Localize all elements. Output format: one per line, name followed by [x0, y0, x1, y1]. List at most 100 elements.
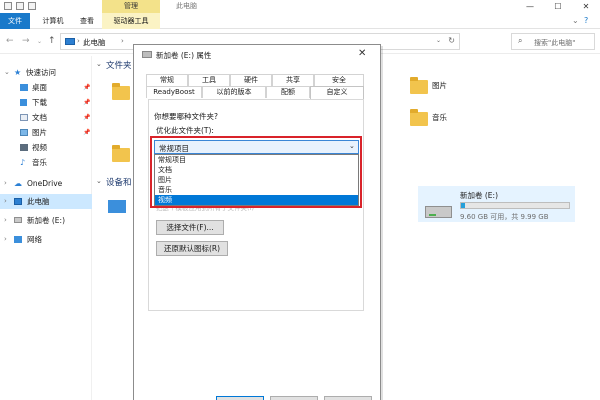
choose-file-button[interactable]: 选择文件(F)... [156, 220, 224, 235]
minimize-button[interactable]: — [516, 0, 544, 13]
drive-icon [14, 217, 22, 223]
tab-customize[interactable]: 自定义 [310, 86, 364, 99]
tab-readyboost[interactable]: ReadyBoost [146, 86, 202, 98]
ribbon-tab-file[interactable]: 文件 [0, 13, 30, 29]
collapsed-chevron-icon[interactable]: › [4, 232, 7, 247]
dialog-titlebar[interactable]: 新加卷 (E:) 属性 ✕ [134, 45, 380, 65]
pin-icon[interactable]: 📌 [83, 95, 90, 110]
devices-group-chevron-icon[interactable]: ⌄ [96, 177, 102, 185]
devices-group-header[interactable]: 设备和 [106, 176, 132, 188]
desktop-icon [20, 84, 28, 91]
navigation-pane: ⌄ ★ 快速访问 桌面 📌 下载 📌 文档 📌 图片 📌 视频 ♪ 音乐 › ☁… [0, 56, 92, 400]
tab-general[interactable]: 常规 [146, 74, 188, 86]
tab-security[interactable]: 安全 [314, 74, 364, 86]
cloud-icon: ☁ [14, 179, 22, 188]
recent-locations-icon[interactable]: ⌄ [37, 38, 42, 45]
tab-tools[interactable]: 工具 [188, 74, 230, 86]
ok-button[interactable] [216, 396, 264, 400]
pin-icon[interactable]: 📌 [83, 80, 90, 95]
help-icon[interactable]: ? [584, 16, 588, 25]
computer-icon [14, 198, 22, 205]
ribbon-tab-view[interactable]: 查看 [74, 13, 100, 29]
forward-arrow-icon[interactable]: → [22, 36, 30, 46]
removable-drive-icon [425, 206, 452, 218]
pictures-icon [20, 129, 28, 136]
nav-item-music[interactable]: ♪ 音乐 [0, 155, 92, 170]
star-icon: ★ [14, 68, 22, 77]
nav-label: 网络 [27, 235, 42, 244]
nav-quick-access[interactable]: ⌄ ★ 快速访问 [0, 65, 92, 80]
new-folder-quick-icon[interactable] [16, 2, 24, 10]
network-icon [14, 236, 22, 243]
explorer-titlebar: 管理 此电脑 — ☐ ✕ [0, 0, 600, 13]
collapsed-chevron-icon[interactable]: › [4, 194, 7, 209]
tab-quota[interactable]: 配额 [266, 86, 310, 98]
pictures-folder-icon[interactable] [410, 77, 428, 94]
nav-label: 下载 [32, 98, 47, 107]
drive-name: 新加卷 (E:) [460, 191, 499, 200]
up-arrow-icon[interactable]: ↑ [48, 36, 56, 46]
search-input[interactable]: 搜索"此电脑" [534, 38, 575, 48]
nav-item-downloads[interactable]: 下载 📌 [0, 95, 92, 110]
maximize-button[interactable]: ☐ [544, 0, 572, 13]
nav-label: OneDrive [27, 179, 63, 188]
optimize-folder-label: 优化此文件夹(T): [156, 126, 214, 135]
tab-hardware[interactable]: 硬件 [230, 74, 272, 86]
nav-new-volume[interactable]: › 新加卷 (E:) [0, 213, 92, 228]
nav-label: 图片 [32, 128, 47, 137]
nav-label: 桌面 [32, 83, 47, 92]
folder-label-music[interactable]: 音乐 [432, 112, 447, 123]
system-drive-icon[interactable] [108, 200, 126, 213]
breadcrumb-separator[interactable]: › [77, 37, 80, 45]
address-dropdown-icon[interactable]: ⌄ [436, 37, 441, 44]
search-box[interactable]: ⌕ 搜索"此电脑" [511, 33, 595, 50]
ribbon-expand-icon[interactable]: ⌄ [572, 16, 579, 25]
folder-icon[interactable] [112, 145, 130, 162]
refresh-icon[interactable]: ↻ [448, 36, 455, 45]
dialog-title: 新加卷 (E:) 属性 [156, 51, 212, 60]
customize-quick-icon[interactable] [28, 2, 36, 10]
dialog-close-button[interactable]: ✕ [358, 48, 366, 59]
nav-item-desktop[interactable]: 桌面 📌 [0, 80, 92, 95]
folders-group-header[interactable]: 文件夹 [106, 59, 132, 71]
drive-usage-bar [460, 202, 570, 209]
ribbon-tab-drive-tools[interactable]: 驱动器工具 [102, 13, 160, 29]
computer-icon [65, 38, 75, 45]
close-window-button[interactable]: ✕ [572, 0, 600, 13]
pin-icon[interactable]: 📌 [83, 110, 90, 125]
tab-sharing[interactable]: 共享 [272, 74, 314, 86]
videos-icon [20, 144, 28, 151]
collapsed-chevron-icon[interactable]: › [4, 213, 7, 228]
nav-label: 快速访问 [26, 68, 56, 77]
folders-group-chevron-icon[interactable]: ⌄ [96, 60, 102, 68]
breadcrumb-separator[interactable]: › [121, 37, 124, 45]
nav-network[interactable]: › 网络 [0, 232, 92, 247]
pin-icon[interactable]: 📌 [83, 125, 90, 140]
nav-label: 新加卷 (E:) [27, 216, 66, 225]
nav-item-videos[interactable]: 视频 [0, 140, 92, 155]
nav-this-pc[interactable]: › 此电脑 [0, 194, 92, 209]
music-folder-icon[interactable] [410, 109, 428, 126]
music-icon: ♪ [20, 158, 26, 167]
collapsed-chevron-icon[interactable]: › [4, 176, 7, 191]
cancel-button[interactable] [270, 396, 318, 400]
restore-default-icon-button[interactable]: 还原默认图标(R) [156, 241, 228, 256]
window-title: 此电脑 [176, 2, 197, 10]
nav-label: 文档 [32, 113, 47, 122]
folder-icon[interactable] [112, 83, 130, 100]
ribbon-tab-computer[interactable]: 计算机 [38, 13, 68, 29]
context-tab-manage[interactable]: 管理 [102, 0, 160, 13]
nav-onedrive[interactable]: › ☁ OneDrive [0, 176, 92, 191]
nav-item-documents[interactable]: 文档 📌 [0, 110, 92, 125]
ribbon-tabs: 文件 计算机 查看 驱动器工具 ⌄ ? [0, 13, 600, 29]
breadcrumb-this-pc[interactable]: 此电脑 [83, 37, 106, 48]
properties-quick-icon[interactable] [4, 2, 12, 10]
nav-item-pictures[interactable]: 图片 📌 [0, 125, 92, 140]
tab-previous-versions[interactable]: 以前的版本 [202, 86, 266, 98]
expanded-chevron-icon[interactable]: ⌄ [4, 65, 10, 80]
properties-dialog: 新加卷 (E:) 属性 ✕ 常规 工具 硬件 共享 安全 ReadyBoost … [133, 44, 381, 400]
folder-label-pictures[interactable]: 图片 [432, 80, 447, 91]
highlight-annotation [150, 136, 362, 208]
back-arrow-icon[interactable]: ← [6, 36, 14, 46]
apply-button[interactable] [324, 396, 372, 400]
